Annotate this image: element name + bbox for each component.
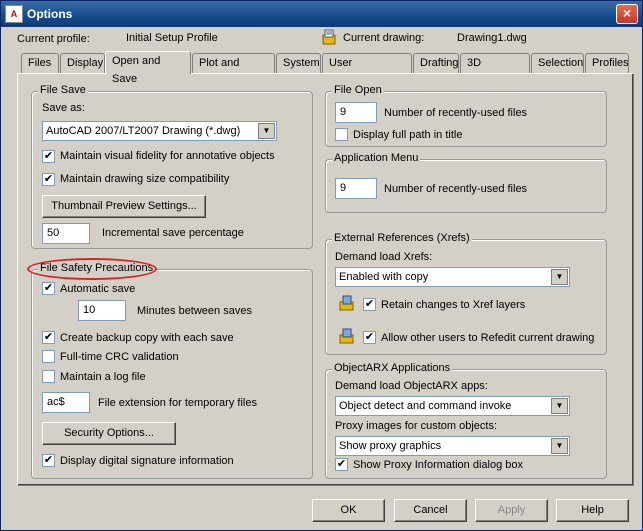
demand-load-arx-value: Object detect and command invoke <box>339 400 512 412</box>
crc-validation-checkbox[interactable] <box>42 350 55 363</box>
retain-xref-label: Retain changes to Xref layers <box>381 299 526 311</box>
tab-display[interactable]: Display <box>60 53 105 73</box>
digital-signature-label: Display digital signature information <box>60 455 234 467</box>
tab-files[interactable]: Files <box>21 53 59 73</box>
ok-button[interactable]: OK <box>312 499 385 522</box>
minutes-between-saves-label: Minutes between saves <box>137 305 252 317</box>
demand-load-xrefs-label: Demand load Xrefs: <box>335 251 433 263</box>
automatic-save-checkbox[interactable]: ✔ <box>42 282 55 295</box>
highlight-annotation-oval <box>27 258 157 280</box>
file-save-title: File Save <box>38 84 88 96</box>
tab-drafting[interactable]: Drafting <box>413 53 459 73</box>
file-open-recent-input[interactable]: 9 <box>335 102 377 123</box>
options-dialog: A Options × Current profile: Initial Set… <box>0 0 643 531</box>
apply-button[interactable]: Apply <box>475 499 548 522</box>
demand-load-xrefs-value: Enabled with copy <box>339 271 429 283</box>
full-path-label: Display full path in title <box>353 129 463 141</box>
autocad-app-icon: A <box>5 5 23 23</box>
proxy-images-value: Show proxy graphics <box>339 440 442 452</box>
tab-user-preferences[interactable]: User Preferences <box>322 53 412 87</box>
security-options-button[interactable]: Security Options... <box>42 422 176 445</box>
log-file-label: Maintain a log file <box>60 371 146 383</box>
retain-xref-checkbox[interactable]: ✔ <box>363 298 376 311</box>
xrefs-title: External References (Xrefs) <box>332 232 472 244</box>
tab-profiles[interactable]: Profiles <box>585 53 629 73</box>
demand-load-arx-dropdown[interactable]: Object detect and command invoke ▼ <box>335 396 570 416</box>
file-open-recent-label: Number of recently-used files <box>384 107 528 119</box>
backup-copy-label: Create backup copy with each save <box>60 332 234 344</box>
drawing-file-icon <box>322 29 336 45</box>
current-profile-label: Current profile: <box>17 33 90 45</box>
size-compat-label: Maintain drawing size compatibility <box>60 173 230 185</box>
close-button[interactable]: × <box>616 4 638 24</box>
cancel-button[interactable]: Cancel <box>394 499 467 522</box>
backup-copy-checkbox[interactable]: ✔ <box>42 331 55 344</box>
tab-open-and-save[interactable]: Open and Save <box>105 51 191 85</box>
help-button[interactable]: Help <box>556 499 629 522</box>
visual-fidelity-label: Maintain visual fidelity for annotative … <box>60 150 275 162</box>
refedit-icon <box>339 328 354 344</box>
crc-validation-label: Full-time CRC validation <box>60 351 179 363</box>
xref-layer-icon <box>339 295 354 311</box>
demand-load-xrefs-dropdown[interactable]: Enabled with copy ▼ <box>335 267 570 287</box>
thumbnail-preview-button[interactable]: Thumbnail Preview Settings... <box>42 195 206 218</box>
digital-signature-checkbox[interactable]: ✔ <box>42 454 55 467</box>
application-menu-title: Application Menu <box>332 152 421 164</box>
chevron-down-icon[interactable]: ▼ <box>551 438 568 454</box>
incremental-save-label: Incremental save percentage <box>102 227 244 239</box>
tab-system[interactable]: System <box>276 53 321 73</box>
temp-extension-label: File extension for temporary files <box>98 397 257 409</box>
log-file-checkbox[interactable] <box>42 370 55 383</box>
demand-load-arx-label: Demand load ObjectARX apps: <box>335 380 488 392</box>
window-title: Options <box>27 7 73 21</box>
incremental-save-input[interactable]: 50 <box>42 223 90 244</box>
save-as-value: AutoCAD 2007/LT2007 Drawing (*.dwg) <box>46 125 241 137</box>
current-drawing-label: Current drawing: <box>343 32 425 44</box>
proxy-dialog-label: Show Proxy Information dialog box <box>353 459 523 471</box>
tab-selection[interactable]: Selection <box>531 53 584 73</box>
tab-plot-and-publish[interactable]: Plot and Publish <box>192 53 275 87</box>
automatic-save-label: Automatic save <box>60 283 136 295</box>
current-profile-value: Initial Setup Profile <box>126 32 218 44</box>
save-as-dropdown[interactable]: AutoCAD 2007/LT2007 Drawing (*.dwg) ▼ <box>42 121 277 141</box>
minutes-between-saves-input[interactable]: 10 <box>78 300 126 321</box>
visual-fidelity-checkbox[interactable]: ✔ <box>42 150 55 163</box>
file-open-title: File Open <box>332 84 384 96</box>
proxy-dialog-checkbox[interactable]: ✔ <box>335 458 348 471</box>
refedit-checkbox[interactable]: ✔ <box>363 331 376 344</box>
chevron-down-icon[interactable]: ▼ <box>258 123 275 139</box>
proxy-images-label: Proxy images for custom objects: <box>335 420 498 432</box>
app-menu-recent-label: Number of recently-used files <box>384 183 528 195</box>
temp-extension-input[interactable]: ac$ <box>42 392 90 413</box>
tab-3d-modeling[interactable]: 3D Modeling <box>460 53 530 87</box>
proxy-images-dropdown[interactable]: Show proxy graphics ▼ <box>335 436 570 456</box>
chevron-down-icon[interactable]: ▼ <box>551 398 568 414</box>
save-as-label: Save as: <box>42 102 85 114</box>
refedit-label: Allow other users to Refedit current dra… <box>381 332 595 344</box>
chevron-down-icon[interactable]: ▼ <box>551 269 568 285</box>
title-bar[interactable]: A Options × <box>1 1 642 27</box>
app-menu-recent-input[interactable]: 9 <box>335 178 377 199</box>
size-compat-checkbox[interactable]: ✔ <box>42 173 55 186</box>
full-path-checkbox[interactable] <box>335 128 348 141</box>
objectarx-title: ObjectARX Applications <box>332 362 453 374</box>
current-drawing-value: Drawing1.dwg <box>457 32 527 44</box>
